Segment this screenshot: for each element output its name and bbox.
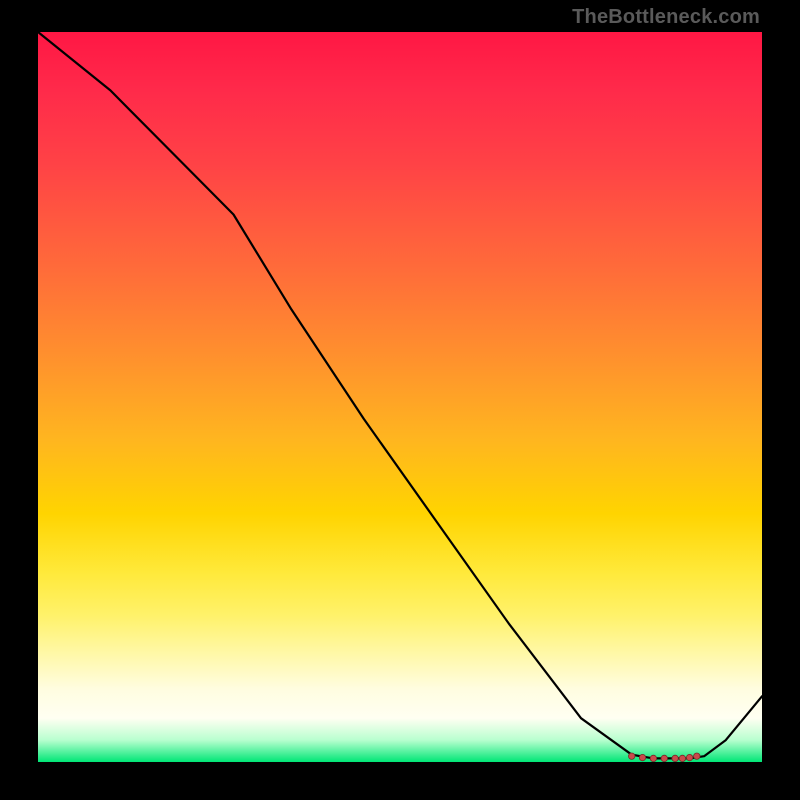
marker-point	[672, 755, 678, 761]
marker-point	[629, 753, 635, 759]
chart-overlay	[38, 32, 762, 762]
marker-point	[679, 755, 685, 761]
marker-point	[686, 754, 692, 760]
data-curve	[38, 32, 762, 758]
marker-point	[661, 755, 667, 761]
chart-frame: TheBottleneck.com	[0, 0, 800, 800]
marker-point	[639, 754, 645, 760]
marker-point	[650, 755, 656, 761]
marker-point	[694, 753, 700, 759]
marker-cluster	[629, 753, 701, 762]
watermark-text: TheBottleneck.com	[572, 6, 760, 29]
